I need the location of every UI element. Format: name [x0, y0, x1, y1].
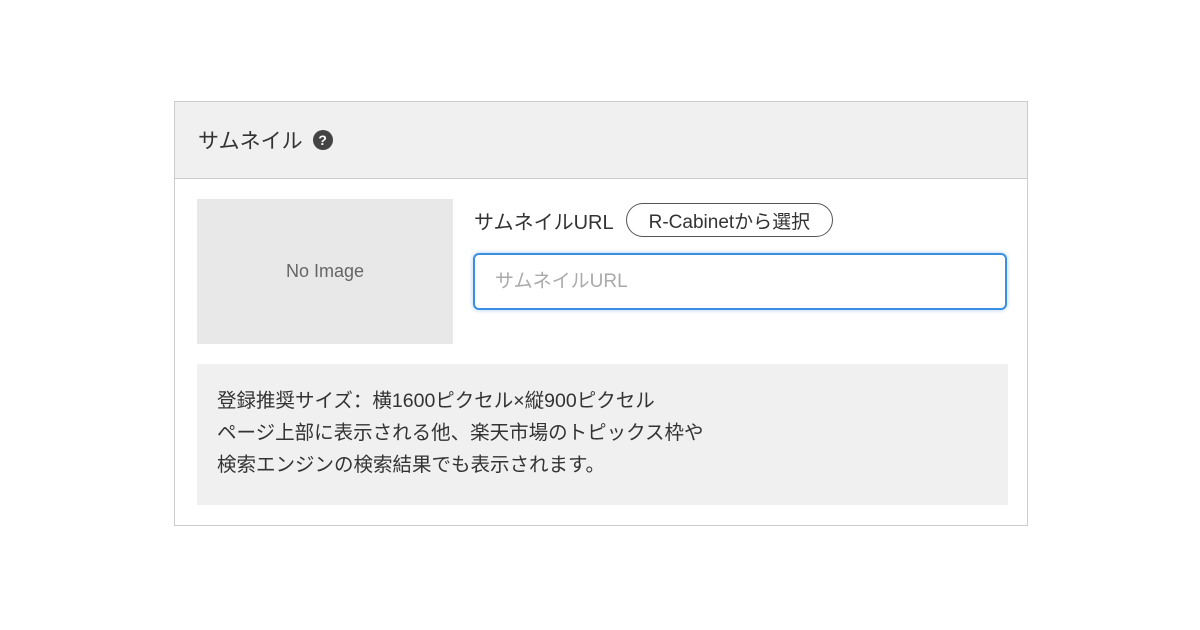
thumbnail-url-input[interactable]	[473, 253, 1007, 310]
info-line: ページ上部に表示される他、楽天市場のトピックス枠や	[217, 422, 704, 444]
thumbnail-url-label: サムネイルURL	[474, 211, 614, 234]
info-line: 登録推奨サイズ：横1600ピクセル×縦900ピクセル	[217, 390, 655, 412]
url-label-row: サムネイルURL R-Cabinetから選択	[474, 202, 834, 238]
no-image-label: No Image	[285, 261, 365, 281]
recommended-size-note: 登録推奨サイズ：横1600ピクセル×縦900ピクセル ページ上部に表示される他、…	[197, 364, 1008, 505]
thumbnail-preview: No Image	[197, 199, 453, 344]
thumbnail-panel: サムネイル ? No Image サムネイルURL R-Cabinetから選択 …	[174, 101, 1028, 526]
question-circle-icon[interactable]: ?	[312, 130, 333, 150]
panel-header: サムネイル ?	[175, 102, 1027, 179]
panel-title: サムネイル	[198, 130, 303, 153]
select-from-rcabinet-button[interactable]: R-Cabinetから選択	[625, 203, 834, 237]
info-line: 検索エンジンの検索結果でも表示されます。	[217, 454, 606, 476]
